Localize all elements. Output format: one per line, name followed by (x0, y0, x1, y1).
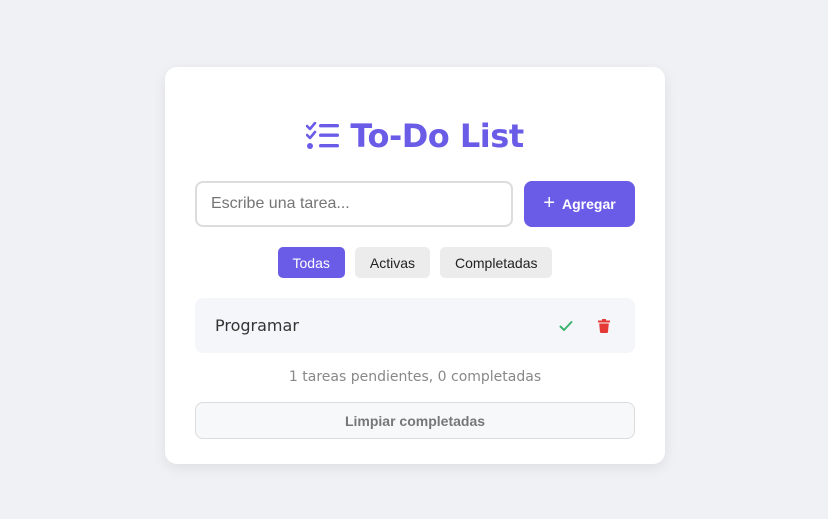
filter-active-button[interactable]: Activas (354, 247, 430, 278)
list-check-icon (306, 122, 340, 150)
task-summary: 1 tareas pendientes, 0 completadas (288, 369, 542, 385)
check-icon[interactable] (555, 315, 577, 337)
clear-completed-button[interactable]: Limpiar completadas (195, 402, 635, 439)
add-task-button[interactable]: + Agregar (524, 181, 635, 227)
list-item: Programar (195, 298, 635, 353)
filter-bar: Todas Activas Completadas (165, 247, 665, 278)
page-title: To-Do List (350, 117, 524, 155)
task-text: Programar (215, 316, 299, 335)
todo-card: To-Do List + Agregar Todas Activas Compl… (165, 67, 665, 464)
add-task-label: Agregar (562, 196, 616, 212)
task-input[interactable] (195, 181, 513, 227)
page-header: To-Do List (165, 117, 665, 155)
plus-icon: + (543, 192, 555, 214)
filter-completed-button[interactable]: Completadas (439, 247, 553, 278)
filter-all-button[interactable]: Todas (277, 247, 345, 278)
trash-icon[interactable] (593, 315, 615, 337)
